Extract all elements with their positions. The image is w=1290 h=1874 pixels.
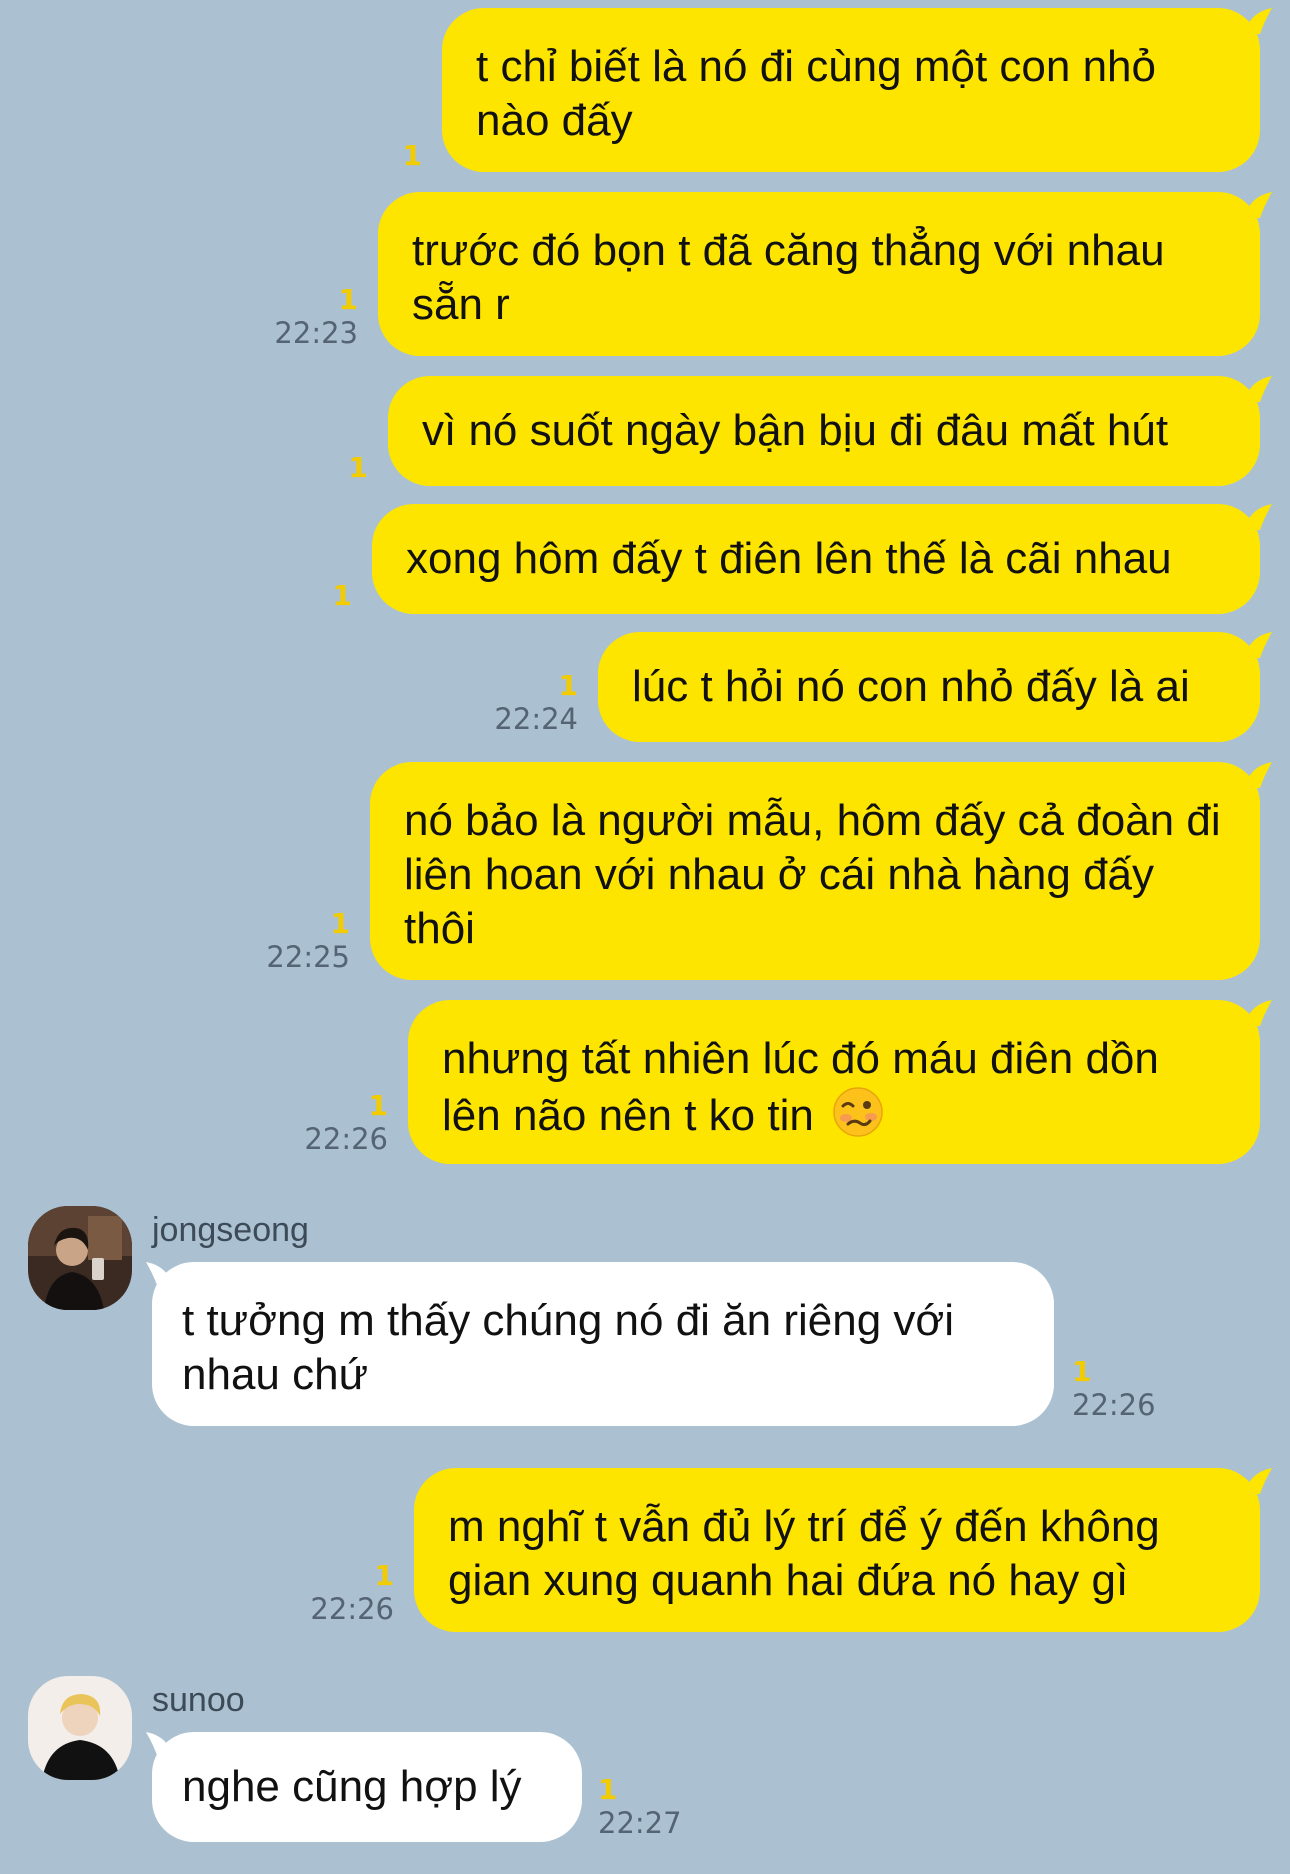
message-text: vì nó suốt ngày bận bịu đi đâu mất hút bbox=[422, 406, 1169, 455]
outgoing-message-bubble[interactable]: trước đó bọn t đã căng thẳng với nhau sẵ… bbox=[378, 192, 1260, 356]
sender-name: sunoo bbox=[152, 1681, 245, 1719]
incoming-message-bubble[interactable]: t tưởng m thấy chúng nó đi ăn riêng với … bbox=[152, 1262, 1054, 1426]
outgoing-message-bubble[interactable]: m nghĩ t vẫn đủ lý trí để ý đến không gi… bbox=[414, 1468, 1260, 1632]
bubble-tail bbox=[1244, 1468, 1272, 1494]
read-count: 1 bbox=[368, 1089, 388, 1122]
message-text: nghe cũng hợp lý bbox=[182, 1762, 522, 1811]
bubble-tail bbox=[1244, 762, 1272, 788]
outgoing-message-bubble[interactable]: lúc t hỏi nó con nhỏ đấy là ai bbox=[598, 632, 1260, 742]
message-text: trước đó bọn t đã căng thẳng với nhau sẵ… bbox=[412, 226, 1165, 329]
message-text: nhưng tất nhiên lúc đó máu điên dồn lên … bbox=[442, 1034, 1159, 1140]
timestamp: 22:26 bbox=[304, 1122, 388, 1156]
message-text: nó bảo là người mẫu, hôm đấy cả đoàn đi … bbox=[404, 796, 1221, 953]
message-text: m nghĩ t vẫn đủ lý trí để ý đến không gi… bbox=[448, 1502, 1160, 1605]
read-count: 1 bbox=[338, 283, 358, 316]
message-meta: 1 22:26 bbox=[1072, 1355, 1156, 1423]
sender-name: jongseong bbox=[152, 1211, 309, 1249]
message-meta: 1 bbox=[349, 452, 368, 484]
avatar-jongseong[interactable] bbox=[28, 1206, 132, 1310]
incoming-message-bubble[interactable]: nghe cũng hợp lý bbox=[152, 1732, 582, 1842]
message-text: t tưởng m thấy chúng nó đi ăn riêng với … bbox=[182, 1296, 955, 1399]
message-meta: 1 22:24 bbox=[494, 669, 578, 737]
timestamp: 22:25 bbox=[266, 940, 350, 974]
bubble-tail bbox=[1244, 632, 1272, 658]
read-count: 1 bbox=[1072, 1355, 1092, 1388]
timestamp: 22:27 bbox=[598, 1806, 682, 1840]
message-meta: 1 22:27 bbox=[598, 1773, 682, 1841]
read-count: 1 bbox=[402, 139, 422, 172]
read-count: 1 bbox=[374, 1559, 394, 1592]
outgoing-message-bubble[interactable]: vì nó suốt ngày bận bịu đi đâu mất hút bbox=[388, 376, 1260, 486]
read-count: 1 bbox=[332, 579, 352, 612]
outgoing-message-bubble[interactable]: t chỉ biết là nó đi cùng một con nhỏ nào… bbox=[442, 8, 1260, 172]
timestamp: 22:24 bbox=[494, 702, 578, 736]
avatar-sunoo[interactable] bbox=[28, 1676, 132, 1780]
message-meta: 1 22:23 bbox=[274, 283, 358, 351]
message-text: xong hôm đấy t điên lên thế là cãi nhau bbox=[406, 534, 1172, 583]
message-text: t chỉ biết là nó đi cùng một con nhỏ nào… bbox=[476, 42, 1156, 145]
outgoing-message-bubble[interactable]: nó bảo là người mẫu, hôm đấy cả đoàn đi … bbox=[370, 762, 1260, 980]
timestamp: 22:26 bbox=[1072, 1388, 1156, 1422]
bubble-tail bbox=[1244, 376, 1272, 402]
outgoing-message-bubble[interactable]: xong hôm đấy t điên lên thế là cãi nhau bbox=[372, 504, 1260, 614]
bubble-tail bbox=[1244, 8, 1272, 34]
bubble-tail bbox=[1244, 192, 1272, 218]
message-meta: 1 bbox=[333, 580, 352, 612]
message-text: lúc t hỏi nó con nhỏ đấy là ai bbox=[632, 662, 1190, 711]
bubble-tail bbox=[1244, 504, 1272, 530]
outgoing-message-bubble[interactable]: nhưng tất nhiên lúc đó máu điên dồn lên … bbox=[408, 1000, 1260, 1164]
read-count: 1 bbox=[558, 669, 578, 702]
read-count: 1 bbox=[330, 907, 350, 940]
timestamp: 22:23 bbox=[274, 316, 358, 350]
woozy-face-emoji bbox=[832, 1086, 884, 1138]
read-count: 1 bbox=[598, 1773, 618, 1806]
message-meta: 1 22:26 bbox=[304, 1089, 388, 1157]
message-meta: 1 22:25 bbox=[266, 907, 350, 975]
message-meta: 1 bbox=[403, 140, 422, 172]
read-count: 1 bbox=[348, 451, 368, 484]
bubble-tail bbox=[1244, 1000, 1272, 1026]
timestamp: 22:26 bbox=[310, 1592, 394, 1626]
message-meta: 1 22:26 bbox=[310, 1559, 394, 1627]
